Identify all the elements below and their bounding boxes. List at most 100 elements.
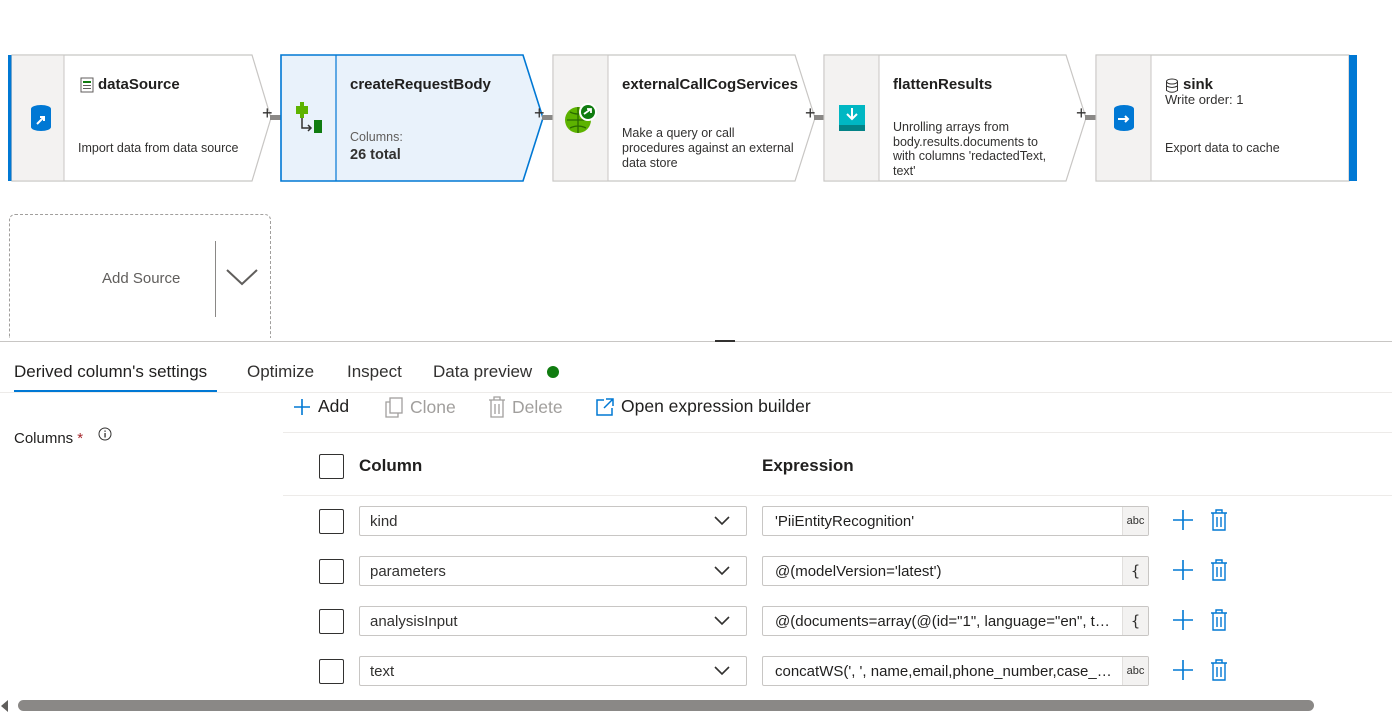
row-checkbox[interactable] <box>319 509 344 534</box>
expression-value: 'PiiEntityRecognition' <box>775 513 915 530</box>
columns-count-label: Columns: <box>350 130 403 144</box>
open-expression-builder-label: Open expression builder <box>621 396 811 416</box>
chevron-down-icon <box>714 616 730 626</box>
node-sink[interactable]: sink Write order: 1 Export data to cache <box>1095 54 1359 182</box>
expression-header: Expression <box>762 456 854 475</box>
node-description-line: with columns 'redactedText, <box>893 149 1047 163</box>
node-description: Export data to cache <box>1165 141 1280 155</box>
add-row-icon[interactable] <box>1172 559 1194 581</box>
expression-value: @(documents=array(@(id="1", language="en… <box>775 613 1115 630</box>
node-title: externalCallCogServices <box>622 76 798 93</box>
expression-value: concatWS(', ', name,email,phone_number,c… <box>775 663 1115 680</box>
expression-input[interactable]: concatWS(', ', name,email,phone_number,c… <box>762 656 1149 686</box>
type-badge: abc <box>1122 657 1148 685</box>
select-all-checkbox[interactable] <box>319 454 344 479</box>
chevron-down-icon[interactable] <box>225 267 259 292</box>
node-title: sink <box>1183 76 1214 93</box>
delete-row-icon[interactable] <box>1210 609 1228 631</box>
plus-icon <box>294 398 310 415</box>
open-external-icon <box>596 397 614 416</box>
node-title: dataSource <box>98 76 180 93</box>
delete-row-icon[interactable] <box>1210 659 1228 681</box>
dataflow-canvas[interactable]: dataSource Import data from data source … <box>0 0 1392 342</box>
column-name: kind <box>370 513 398 530</box>
chevron-down-icon <box>714 666 730 676</box>
dataset-icon <box>80 77 94 98</box>
trash-icon <box>489 396 505 418</box>
add-label: Add <box>318 396 350 416</box>
active-tab-indicator <box>14 390 217 392</box>
row-checkbox[interactable] <box>319 559 344 584</box>
settings-tabs: Derived column's settings Optimize Inspe… <box>0 342 1392 393</box>
table-row: parameters @(modelVersion='latest') { } <box>283 556 1392 606</box>
add-button[interactable]: Add <box>292 396 349 417</box>
expression-input[interactable]: 'PiiEntityRecognition' abc <box>762 506 1149 536</box>
sink-icon <box>1099 55 1149 181</box>
open-expression-builder-button[interactable]: Open expression builder <box>595 396 811 417</box>
expression-input[interactable]: @(modelVersion='latest') { } <box>762 556 1149 586</box>
columns-grid-header: Column Expression <box>283 433 1392 496</box>
status-dot-icon <box>547 366 559 378</box>
add-source-box[interactable]: Add Source <box>9 214 271 338</box>
scroll-left-icon[interactable] <box>1 700 9 712</box>
clone-button[interactable]: Clone <box>384 396 456 418</box>
column-dropdown[interactable]: analysisInput <box>359 606 747 636</box>
tab-optimize[interactable]: Optimize <box>247 362 314 382</box>
node-flattenresults[interactable]: flattenResults Unrolling arrays from bod… <box>823 54 1089 182</box>
node-title: flattenResults <box>893 76 993 93</box>
node-description-line: body.results.documents to <box>893 135 1038 149</box>
type-badge: abc <box>1122 507 1148 535</box>
divider <box>215 241 216 317</box>
add-row-icon[interactable] <box>1172 509 1194 531</box>
copy-icon <box>385 397 403 418</box>
delete-row-icon[interactable] <box>1210 509 1228 531</box>
column-header: Column <box>359 456 423 475</box>
delete-label: Delete <box>512 396 563 417</box>
flatten-icon <box>827 55 877 181</box>
node-description-line: Unrolling arrays from <box>893 120 1010 134</box>
add-row-icon[interactable] <box>1172 659 1194 681</box>
tab-data-preview[interactable]: Data preview <box>433 362 532 382</box>
horizontal-scrollbar[interactable] <box>0 698 1392 714</box>
columns-toolbar: Add Clone Delete Open expression builder <box>283 393 1392 433</box>
column-dropdown[interactable]: kind <box>359 506 747 536</box>
tab-inspect[interactable]: Inspect <box>347 362 402 382</box>
node-datasource[interactable]: dataSource Import data from data source <box>8 54 274 182</box>
node-createrequestbody[interactable]: createRequestBody Columns: 26 total <box>280 54 546 182</box>
node-title: createRequestBody <box>350 76 491 93</box>
node-description-line: Make a query or call <box>622 126 735 140</box>
node-externalcall[interactable]: externalCallCogServices Make a query or … <box>552 54 818 182</box>
type-badge: { } <box>1122 557 1148 585</box>
row-checkbox[interactable] <box>319 659 344 684</box>
node-description-line: data store <box>622 156 678 170</box>
chevron-down-icon <box>714 516 730 526</box>
node-description: Import data from data source <box>78 141 239 155</box>
node-description-line: text' <box>893 164 916 178</box>
columns-label: Columns * <box>14 430 84 447</box>
add-row-icon[interactable] <box>1172 609 1194 631</box>
table-row: kind 'PiiEntityRecognition' abc <box>283 506 1392 556</box>
expression-input[interactable]: @(documents=array(@(id="1", language="en… <box>762 606 1149 636</box>
tab-derived-column-settings[interactable]: Derived column's settings <box>14 362 207 382</box>
delete-button[interactable]: Delete <box>488 396 563 418</box>
column-dropdown[interactable]: parameters <box>359 556 747 586</box>
expression-value: @(modelVersion='latest') <box>775 563 942 580</box>
column-name: text <box>370 663 395 680</box>
chevron-down-icon <box>714 566 730 576</box>
columns-count-value: 26 total <box>350 147 401 163</box>
table-row: analysisInput @(documents=array(@(id="1"… <box>283 606 1392 656</box>
column-name: analysisInput <box>370 613 458 630</box>
type-badge: { } <box>1122 607 1148 635</box>
delete-row-icon[interactable] <box>1210 559 1228 581</box>
info-icon[interactable] <box>98 427 112 446</box>
column-dropdown[interactable]: text <box>359 656 747 686</box>
write-order-label: Write order: 1 <box>1165 92 1244 107</box>
clone-label: Clone <box>410 396 456 417</box>
column-name: parameters <box>370 563 446 580</box>
row-checkbox[interactable] <box>319 609 344 634</box>
node-description-line: procedures against an external <box>622 141 794 155</box>
scrollbar-thumb[interactable] <box>18 700 1314 711</box>
external-call-icon <box>556 55 606 181</box>
add-source-label[interactable]: Add Source <box>102 270 180 287</box>
source-icon <box>16 55 66 181</box>
